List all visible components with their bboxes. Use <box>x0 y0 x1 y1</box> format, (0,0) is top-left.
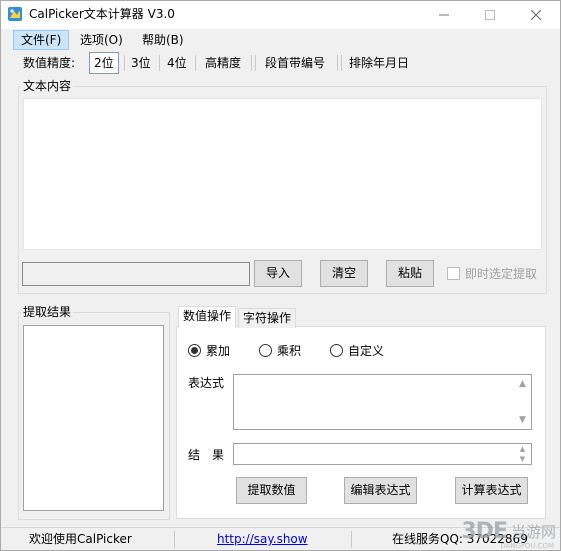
results-label: 提取结果 <box>21 305 74 319</box>
close-button[interactable] <box>513 1 559 29</box>
calpicker-app-icon <box>8 7 22 21</box>
edit-expression-button[interactable]: 编辑表达式 <box>344 477 417 504</box>
toolbar-separator <box>124 55 125 71</box>
maximize-button[interactable] <box>467 1 513 29</box>
radio-selected-dot <box>191 347 198 354</box>
radio-button[interactable] <box>259 344 272 357</box>
text-content-label: 文本内容 <box>21 79 74 93</box>
toolbar-separator <box>341 55 342 71</box>
extract-values-button[interactable]: 提取数值 <box>236 477 307 504</box>
result-output[interactable]: ▲ ▼ <box>233 443 532 465</box>
scroll-down-icon[interactable]: ▼ <box>520 455 525 463</box>
window-title: CalPicker文本计算器 V3.0 <box>29 7 175 21</box>
expression-input[interactable]: ▲ ▼ <box>233 374 532 430</box>
results-list[interactable] <box>23 325 164 511</box>
tab-numeric[interactable]: 数值操作 <box>178 306 237 328</box>
menu-bar: 文件(F) 选项(O) 帮助(B) <box>1 29 560 51</box>
exclude-dates-button[interactable]: 排除年月日 <box>345 52 413 74</box>
radio-custom[interactable]: 自定义 <box>330 342 384 359</box>
watermark-subtext: DANGYOU.COM <box>500 542 554 550</box>
radio-sum[interactable]: 累加 <box>188 342 230 359</box>
radio-sum-label: 累加 <box>206 344 231 358</box>
close-icon <box>531 10 541 20</box>
instant-extract-checkbox[interactable]: 即时选定提取 <box>447 265 537 282</box>
title-bar: CalPicker文本计算器 V3.0 <box>1 1 560 29</box>
toolbar-separator <box>255 55 256 71</box>
checkbox-box[interactable] <box>447 267 460 280</box>
app-window: CalPicker文本计算器 V3.0 文件(F) 选项(O) 帮助(B) 数值… <box>0 0 561 551</box>
minimize-icon <box>439 14 449 16</box>
radio-custom-label: 自定义 <box>348 344 385 358</box>
toolbar-separator <box>159 55 160 71</box>
menu-options[interactable]: 选项(O) <box>73 30 130 50</box>
paste-button[interactable]: 粘贴 <box>386 260 434 287</box>
scroll-up-icon[interactable]: ▲ <box>520 445 525 453</box>
file-path-field[interactable] <box>22 262 250 286</box>
maximize-icon <box>485 10 495 20</box>
menu-file[interactable]: 文件(F) <box>13 30 70 50</box>
site-watermark: 3DE 当游网 DANGYOU.COM <box>461 519 556 550</box>
high-precision-button[interactable]: 高精度 <box>201 52 245 74</box>
menu-help[interactable]: 帮助(B) <box>135 30 191 50</box>
toolbar-separator <box>251 55 252 71</box>
toolbar-separator <box>337 55 338 71</box>
precision-2-button[interactable]: 2位 <box>89 52 119 74</box>
result-label: 结 果 <box>188 448 225 462</box>
expression-label: 表达式 <box>188 376 225 390</box>
calculate-expression-button[interactable]: 计算表达式 <box>455 477 528 504</box>
result-scrollbar[interactable]: ▲ ▼ <box>514 444 531 464</box>
radio-product[interactable]: 乘积 <box>259 342 301 359</box>
status-separator <box>351 531 352 548</box>
expression-scrollbar[interactable]: ▲ ▼ <box>514 375 531 429</box>
paragraph-number-button[interactable]: 段首带编号 <box>261 52 329 74</box>
import-button[interactable]: 导入 <box>254 260 302 287</box>
precision-toolbar: 数值精度: 2位 3位 4位 高精度 段首带编号 排除年月日 <box>1 51 560 75</box>
status-welcome: 欢迎使用CalPicker <box>29 532 132 546</box>
text-content-input[interactable] <box>23 98 542 250</box>
radio-product-label: 乘积 <box>277 344 302 358</box>
clear-button[interactable]: 清空 <box>320 260 368 287</box>
precision-3-button[interactable]: 3位 <box>127 52 155 74</box>
toolbar-separator <box>195 55 196 71</box>
watermark-text: 当游网 <box>510 523 556 541</box>
radio-button[interactable] <box>188 344 201 357</box>
status-separator <box>174 531 175 548</box>
scroll-down-icon[interactable]: ▼ <box>519 415 526 425</box>
scroll-up-icon[interactable]: ▲ <box>519 379 526 389</box>
precision-4-button[interactable]: 4位 <box>163 52 191 74</box>
precision-label: 数值精度: <box>23 56 76 70</box>
website-link[interactable]: http://say.show <box>217 532 308 546</box>
watermark-logo: 3DE <box>461 519 508 544</box>
minimize-button[interactable] <box>421 1 467 29</box>
tab-string[interactable]: 字符操作 <box>238 308 297 328</box>
instant-extract-label: 即时选定提取 <box>465 267 538 281</box>
radio-button[interactable] <box>330 344 343 357</box>
